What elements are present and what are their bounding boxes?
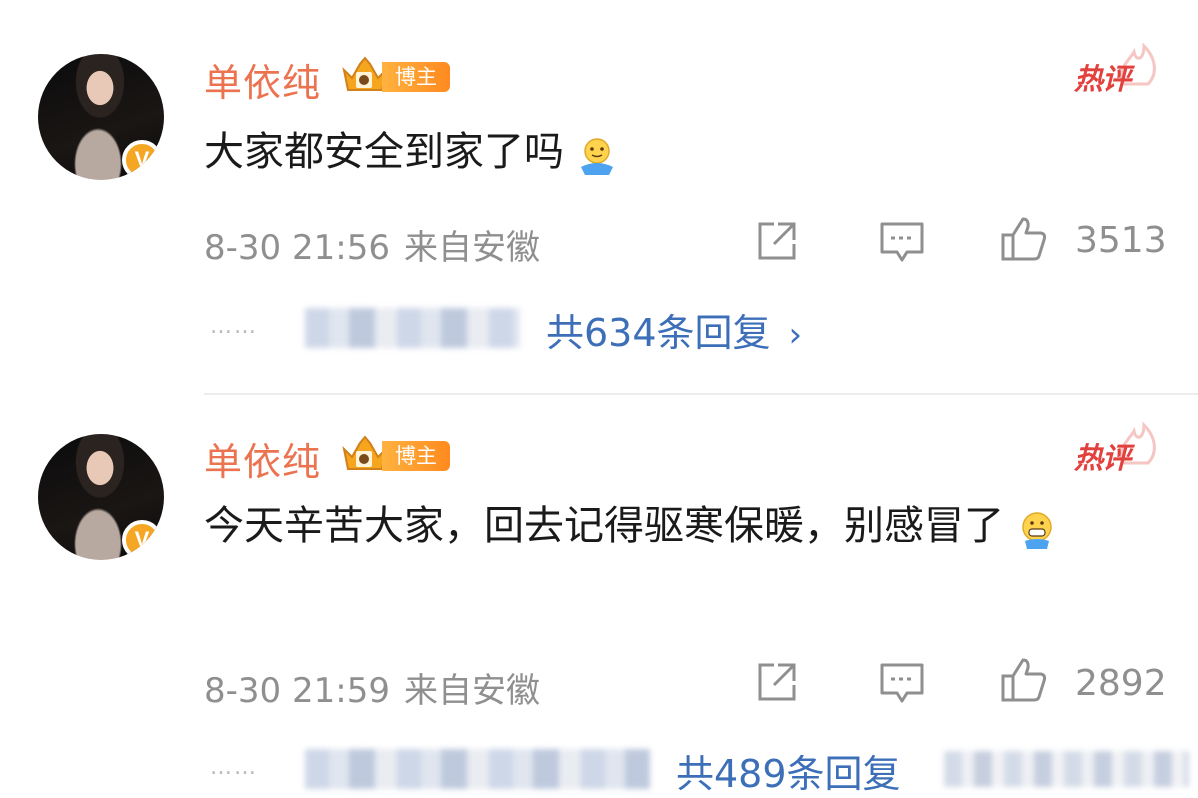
chevron-right-icon: › — [788, 315, 803, 355]
comment-text: 今天辛苦大家，回去记得驱寒保暖，别感冒了 — [204, 496, 1154, 556]
share-icon[interactable] — [752, 657, 802, 707]
comment-text: 大家都安全到家了吗 — [204, 122, 1154, 182]
comment-text-body: 今天辛苦大家，回去记得驱寒保暖，别感冒了 — [204, 503, 1004, 549]
blurred-replier-names — [305, 308, 520, 348]
comment-item: V 单依纯 博主 热评 大家都安全到家了吗 8-30 21:56 来自安徽 35… — [0, 0, 1198, 395]
verified-badge-icon: V — [122, 520, 162, 560]
reply-count-label: 共489条回复 — [676, 752, 901, 796]
comment-text-body: 大家都安全到家了吗 — [204, 129, 564, 175]
grin-emoji-icon — [1017, 508, 1057, 549]
blogger-badge: 博主 — [340, 435, 452, 475]
comment-meta: 8-30 21:56 来自安徽 — [204, 220, 540, 269]
avatar[interactable]: V — [38, 54, 164, 180]
blurred-overflow — [944, 751, 1189, 787]
location: 来自安徽 — [403, 671, 540, 711]
avatar[interactable]: V — [38, 434, 164, 560]
comment-icon[interactable] — [877, 657, 927, 707]
hug-emoji-icon — [577, 134, 617, 175]
reply-count-label: 共634条回复 — [546, 311, 771, 355]
reply-count-link[interactable]: 共489条回复 — [676, 743, 901, 798]
replies-preview[interactable]: …… 共634条回复 › — [0, 300, 1198, 356]
reply-count-link[interactable]: 共634条回复 › — [546, 302, 802, 357]
timestamp: 8-30 21:59 — [204, 671, 390, 711]
hot-comment-tag: 热评 — [1070, 40, 1160, 96]
timestamp: 8-30 21:56 — [204, 228, 390, 268]
comment-meta: 8-30 21:59 来自安徽 — [204, 663, 540, 712]
badge-label: 博主 — [382, 441, 450, 471]
replies-dots: …… — [210, 314, 258, 339]
comment-item: V 单依纯 博主 热评 今天辛苦大家，回去记得驱寒保暖，别感冒了 8-30 21… — [0, 395, 1198, 796]
blurred-replier-names — [305, 749, 650, 789]
username[interactable]: 单依纯 — [204, 431, 321, 486]
replies-dots: …… — [210, 755, 258, 780]
blogger-badge: 博主 — [340, 56, 452, 96]
like-count: 2892 — [1075, 663, 1167, 704]
hot-label: 热评 — [1074, 441, 1131, 475]
username[interactable]: 单依纯 — [204, 52, 321, 107]
like-icon[interactable] — [999, 213, 1049, 263]
replies-preview[interactable]: …… 共489条回复 — [0, 741, 1198, 797]
like-icon[interactable] — [999, 654, 1049, 704]
share-icon[interactable] — [752, 216, 802, 266]
hot-label: 热评 — [1074, 62, 1131, 96]
location: 来自安徽 — [403, 228, 540, 268]
hot-comment-tag: 热评 — [1070, 419, 1160, 475]
comment-icon[interactable] — [877, 216, 927, 266]
badge-label: 博主 — [382, 62, 450, 92]
like-count: 3513 — [1075, 220, 1167, 261]
verified-badge-icon: V — [122, 140, 162, 180]
